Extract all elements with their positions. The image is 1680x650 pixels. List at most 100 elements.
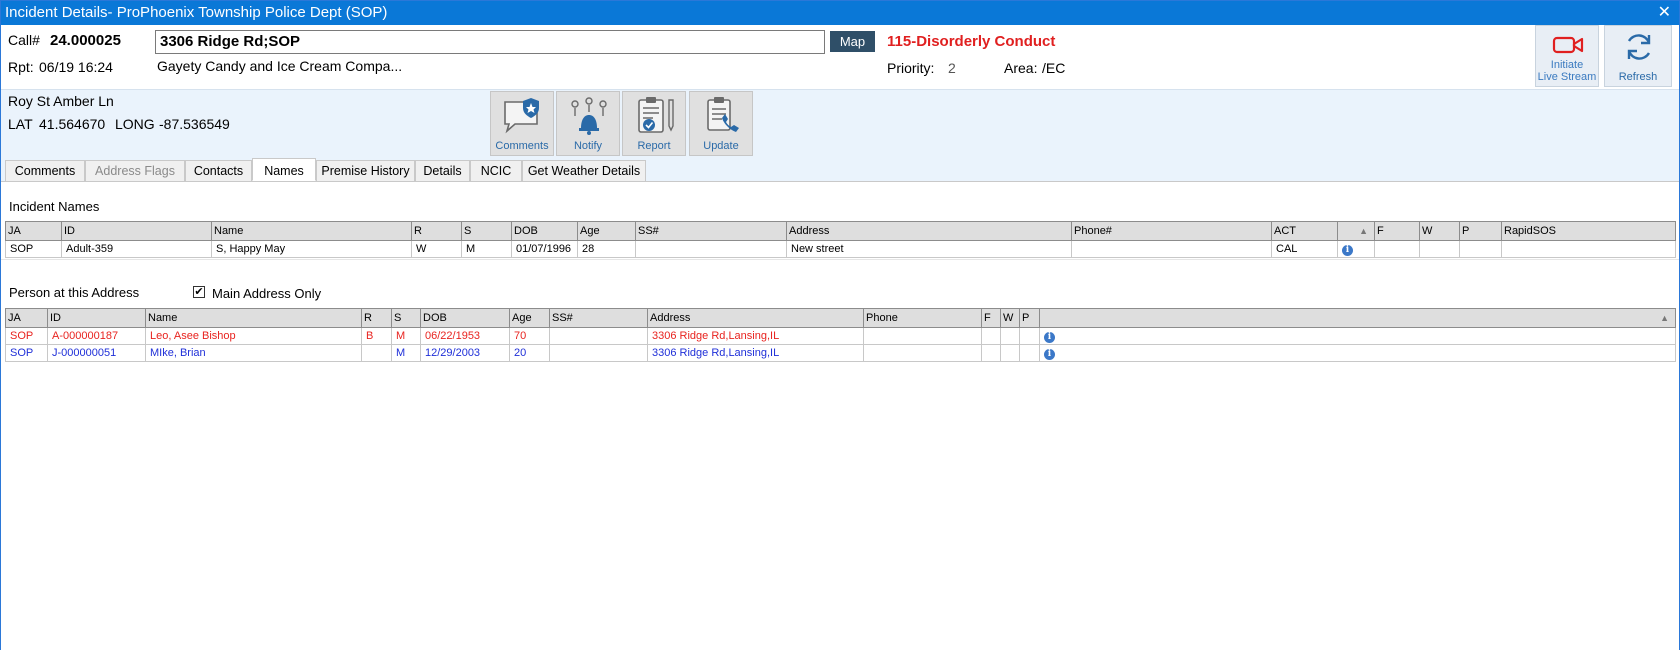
col-ja[interactable]: JA (5, 308, 48, 328)
report-label: Report (637, 140, 671, 152)
col-dob[interactable]: DOB (511, 221, 578, 241)
incident-details-window: Incident Details- ProPhoenix Township Po… (0, 0, 1680, 650)
address-field[interactable]: 3306 Ridge Rd;SOP (155, 30, 825, 54)
cell-s: M (461, 240, 512, 258)
cell-dob: 12/29/2003 (420, 344, 510, 362)
cell-info[interactable]: i (1039, 344, 1676, 362)
names-tab-content: Incident Names JA ID Name R S DOB Age SS… (1, 181, 1679, 650)
col-dob[interactable]: DOB (420, 308, 510, 328)
priority-value: 2 (948, 60, 956, 76)
tab-get-weather-details[interactable]: Get Weather Details (522, 160, 646, 182)
live-stream-label: Initiate Live Stream (1537, 59, 1597, 83)
col-ja[interactable]: JA (5, 221, 62, 241)
col-name[interactable]: Name (211, 221, 412, 241)
incident-header: Call# 24.000025 3306 Ridge Rd;SOP Map 11… (1, 25, 1679, 89)
close-icon[interactable]: ✕ (1658, 1, 1671, 25)
map-button[interactable]: Map (830, 31, 875, 52)
refresh-label: Refresh (1618, 71, 1658, 83)
col-w[interactable]: W (1000, 308, 1020, 328)
window-title: Incident Details- ProPhoenix Township Po… (5, 4, 388, 21)
col-r[interactable]: R (361, 308, 392, 328)
long-label: LONG (115, 116, 155, 132)
tab-ncic[interactable]: NCIC (470, 160, 522, 182)
info-icon[interactable]: i (1044, 331, 1055, 343)
tab-details[interactable]: Details (415, 160, 470, 182)
table-row[interactable]: SOP J-000000051 MIke, Brian M 12/29/2003… (5, 344, 1676, 362)
col-name[interactable]: Name (145, 308, 362, 328)
cell-f (1374, 240, 1420, 258)
main-address-only-checkbox[interactable]: ✔ (193, 286, 205, 298)
refresh-button[interactable]: Refresh (1604, 25, 1672, 87)
table-row[interactable]: SOP Adult-359 S, Happy May W M 01/07/199… (5, 240, 1676, 258)
cell-dob: 06/22/1953 (420, 327, 510, 345)
update-button[interactable]: Update (689, 91, 753, 156)
cell-s: M (391, 327, 421, 345)
area-label: Area: (1004, 60, 1038, 76)
report-button[interactable]: Report (622, 91, 686, 156)
cell-phone (863, 344, 982, 362)
col-p[interactable]: P (1019, 308, 1040, 328)
priority-label: Priority: (887, 60, 935, 76)
cell-ja: SOP (5, 344, 48, 362)
notify-button[interactable]: Notify (556, 91, 620, 156)
incident-names-title: Incident Names (9, 199, 100, 214)
business-name: Gayety Candy and Ice Cream Compa... (157, 58, 403, 74)
persons-header: JA ID Name R S DOB Age SS# Address Phone… (5, 308, 1676, 328)
call-label: Call# (8, 32, 40, 48)
incident-names-header: JA ID Name R S DOB Age SS# Address Phone… (5, 221, 1676, 241)
col-f[interactable]: F (1374, 221, 1420, 241)
col-s[interactable]: S (461, 221, 512, 241)
col-w[interactable]: W (1419, 221, 1460, 241)
cell-address: 3306 Ridge Rd,Lansing,IL (647, 327, 864, 345)
table-row[interactable]: SOP A-000000187 Leo, Asee Bishop B M 06/… (5, 327, 1676, 345)
incident-names-grid: JA ID Name R S DOB Age SS# Address Phone… (5, 221, 1676, 258)
col-info[interactable]: ▲ (1337, 221, 1375, 241)
col-phone[interactable]: Phone (863, 308, 982, 328)
cell-info[interactable]: i (1039, 327, 1676, 345)
info-icon[interactable]: i (1342, 244, 1353, 256)
col-rapidsos[interactable]: RapidSOS (1501, 221, 1676, 241)
cell-p (1459, 240, 1502, 258)
cell-act: CAL (1271, 240, 1338, 258)
col-info[interactable]: ▲ (1039, 308, 1676, 328)
col-act[interactable]: ACT (1271, 221, 1338, 241)
sort-icon: ▲ (1660, 313, 1669, 323)
col-age[interactable]: Age (509, 308, 550, 328)
cell-age: 20 (509, 344, 550, 362)
info-icon[interactable]: i (1044, 348, 1055, 360)
col-id[interactable]: ID (61, 221, 212, 241)
col-r[interactable]: R (411, 221, 462, 241)
cell-r (361, 344, 392, 362)
longitude: -87.536549 (159, 116, 230, 132)
col-p[interactable]: P (1459, 221, 1502, 241)
col-age[interactable]: Age (577, 221, 636, 241)
cell-id: J-000000051 (47, 344, 146, 362)
tab-address-flags[interactable]: Address Flags (85, 160, 185, 182)
col-phone[interactable]: Phone# (1071, 221, 1272, 241)
cell-f (981, 327, 1001, 345)
cell-address: 3306 Ridge Rd,Lansing,IL (647, 344, 864, 362)
cell-ja: SOP (5, 240, 62, 258)
tab-contacts[interactable]: Contacts (185, 160, 252, 182)
location-and-actions: Roy St Amber Ln LAT 41.564670 LONG -87.5… (1, 89, 1679, 182)
col-f[interactable]: F (981, 308, 1001, 328)
cell-age: 70 (509, 327, 550, 345)
cell-info[interactable]: i (1337, 240, 1375, 258)
comments-label: Comments (495, 140, 549, 152)
tab-premise-history[interactable]: Premise History (316, 160, 415, 182)
comments-button[interactable]: Comments (490, 91, 554, 156)
col-id[interactable]: ID (47, 308, 146, 328)
cell-name: S, Happy May (211, 240, 412, 258)
tab-comments[interactable]: Comments (5, 160, 85, 182)
tab-names[interactable]: Names (252, 158, 316, 181)
cell-ssn (549, 344, 648, 362)
cross-street: Roy St Amber Ln (8, 93, 114, 109)
initiate-live-stream-button[interactable]: Initiate Live Stream (1535, 25, 1599, 87)
col-address[interactable]: Address (647, 308, 864, 328)
update-label: Update (703, 140, 739, 152)
col-s[interactable]: S (391, 308, 421, 328)
col-ssn[interactable]: SS# (635, 221, 787, 241)
col-ssn[interactable]: SS# (549, 308, 648, 328)
latitude: 41.564670 (39, 116, 106, 132)
col-address[interactable]: Address (786, 221, 1072, 241)
